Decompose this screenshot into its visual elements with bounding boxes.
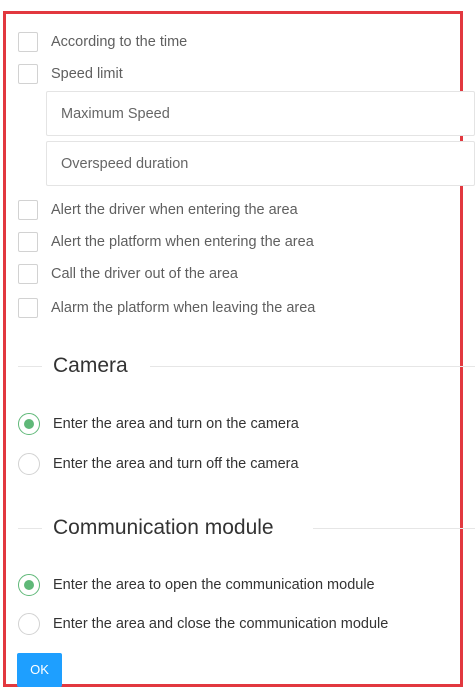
ok-button[interactable]: OK bbox=[17, 653, 62, 687]
radio-button[interactable] bbox=[18, 413, 40, 435]
divider bbox=[18, 528, 42, 529]
radio-label: Enter the area and close the communicati… bbox=[53, 616, 389, 632]
checkbox-box[interactable] bbox=[18, 232, 38, 252]
divider bbox=[18, 366, 42, 367]
divider bbox=[150, 366, 475, 367]
radio-button[interactable] bbox=[18, 574, 40, 596]
maximum-speed-input[interactable] bbox=[47, 92, 474, 135]
checkbox-call-driver-out[interactable]: Call the driver out of the area bbox=[18, 263, 238, 285]
overspeed-duration-input[interactable] bbox=[47, 142, 474, 185]
radio-button[interactable] bbox=[18, 453, 40, 475]
checkbox-label: Alarm the platform when leaving the area bbox=[51, 300, 316, 316]
radio-camera-on[interactable]: Enter the area and turn on the camera bbox=[18, 413, 299, 435]
checkbox-label: Speed limit bbox=[51, 66, 123, 82]
radio-label: Enter the area and turn on the camera bbox=[53, 416, 299, 432]
maximum-speed-field[interactable] bbox=[46, 91, 475, 136]
checkbox-alert-platform-entering[interactable]: Alert the platform when entering the are… bbox=[18, 231, 314, 253]
radio-label: Enter the area to open the communication… bbox=[53, 577, 375, 593]
radio-button[interactable] bbox=[18, 613, 40, 635]
checkbox-alarm-platform-leaving[interactable]: Alarm the platform when leaving the area bbox=[18, 297, 315, 319]
checkbox-label: Call the driver out of the area bbox=[51, 266, 238, 282]
checkbox-label: Alert the driver when entering the area bbox=[51, 202, 298, 218]
checkbox-label: Alert the platform when entering the are… bbox=[51, 234, 314, 250]
radio-communication-close[interactable]: Enter the area and close the communicati… bbox=[18, 613, 388, 635]
camera-section-header: Camera bbox=[18, 351, 475, 381]
checkbox-box[interactable] bbox=[18, 298, 38, 318]
communication-section-title: Communication module bbox=[53, 516, 274, 539]
divider bbox=[313, 528, 475, 529]
radio-communication-open[interactable]: Enter the area to open the communication… bbox=[18, 574, 375, 596]
checkbox-label: According to the time bbox=[51, 34, 188, 50]
radio-dot bbox=[24, 580, 34, 590]
communication-section-header: Communication module bbox=[18, 513, 475, 543]
camera-section-title: Camera bbox=[53, 354, 128, 377]
checkbox-box[interactable] bbox=[18, 200, 38, 220]
checkbox-according-to-time[interactable]: According to the time bbox=[18, 31, 187, 53]
overspeed-duration-field[interactable] bbox=[46, 141, 475, 186]
checkbox-box[interactable] bbox=[18, 32, 38, 52]
radio-camera-off[interactable]: Enter the area and turn off the camera bbox=[18, 453, 299, 475]
checkbox-speed-limit[interactable]: Speed limit bbox=[18, 63, 123, 85]
checkbox-alert-driver-entering[interactable]: Alert the driver when entering the area bbox=[18, 199, 298, 221]
checkbox-box[interactable] bbox=[18, 264, 38, 284]
checkbox-box[interactable] bbox=[18, 64, 38, 84]
radio-label: Enter the area and turn off the camera bbox=[53, 456, 299, 472]
radio-dot bbox=[24, 419, 34, 429]
